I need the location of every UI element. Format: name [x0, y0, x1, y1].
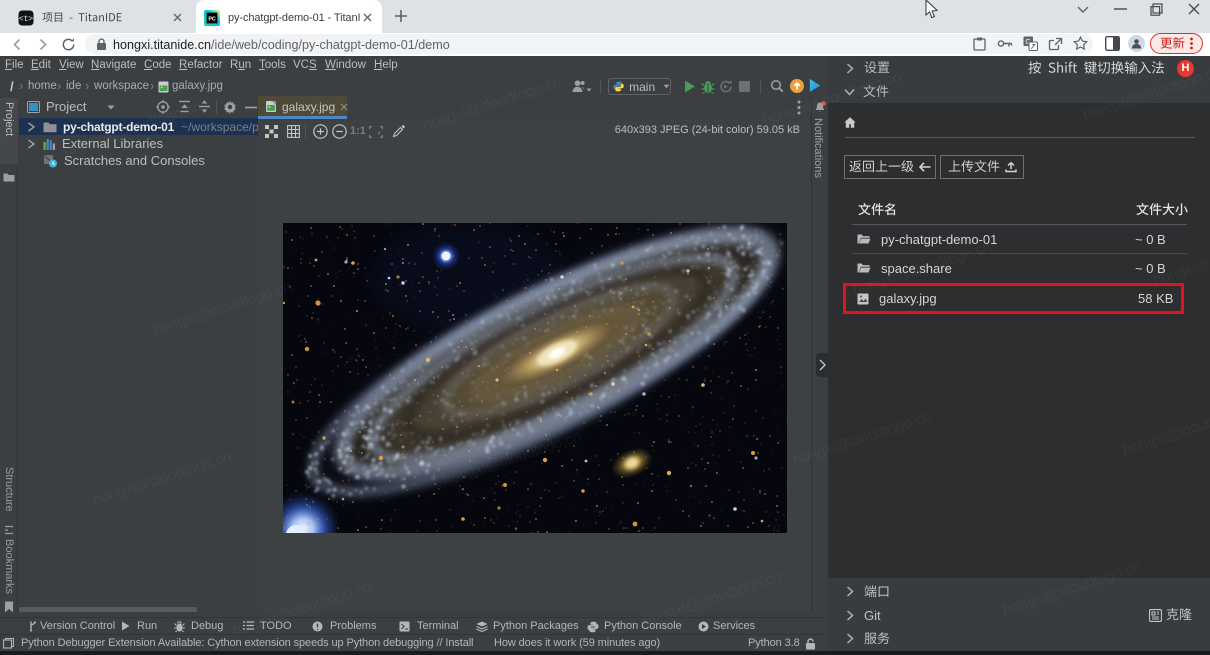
svg-text:<t>: <t> [19, 15, 34, 24]
svg-text:PC: PC [208, 16, 215, 22]
